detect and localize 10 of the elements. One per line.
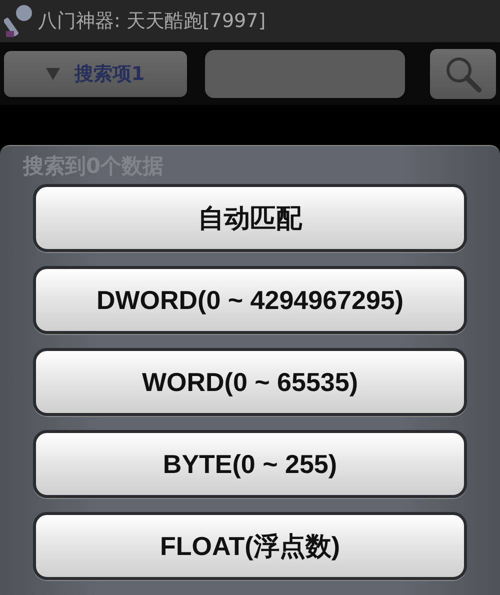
- data-type-option[interactable]: BYTE(0 ~ 255): [33, 430, 467, 498]
- key-icon: [4, 3, 34, 39]
- data-type-option[interactable]: WORD(0 ~ 65535): [33, 348, 467, 416]
- data-type-option[interactable]: 自动匹配: [33, 184, 467, 252]
- window-title: 八门神器: 天天酷跑[7997]: [38, 9, 266, 34]
- caret-icon: [46, 68, 60, 80]
- search-field[interactable]: [205, 50, 405, 98]
- search-button[interactable]: [430, 49, 496, 99]
- data-type-option[interactable]: DWORD(0 ~ 4294967295): [33, 266, 467, 334]
- data-type-option[interactable]: FLOAT(浮点数): [33, 512, 467, 580]
